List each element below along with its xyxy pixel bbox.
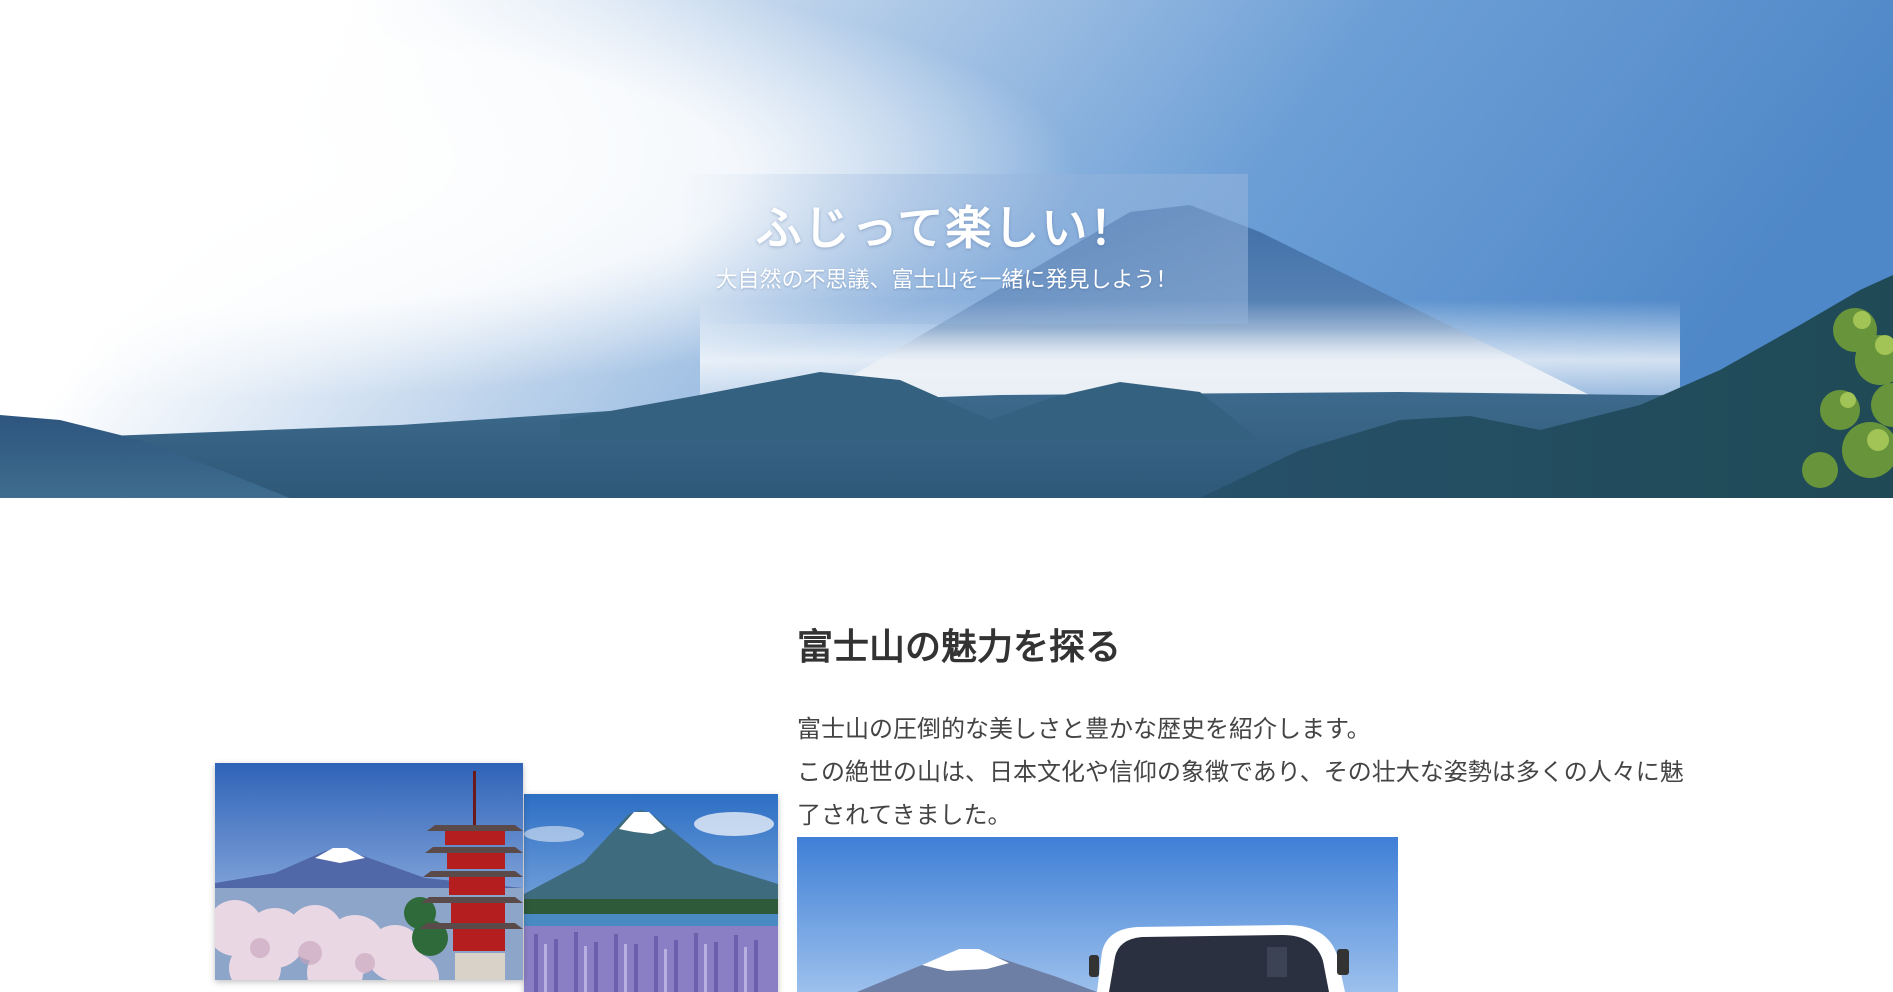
section-heading: 富士山の魅力を探る [797, 627, 1122, 668]
pagoda-cherry-blossom-photo [215, 763, 523, 980]
page: ふじって楽しい！ 大自然の不思議、富士山を一緒に発見しよう！ 富士山の魅力を探る… [0, 0, 1893, 992]
intro-line-2: この絶世の山は、日本文化や信仰の象徴であり、その壮大な姿勢は多くの人々に魅了され… [797, 758, 1684, 829]
intro-text: 富士山の圧倒的な美しさと豊かな歴史を紹介します。 この絶世の山は、日本文化や信仰… [797, 708, 1697, 837]
lavender-fuji-photo [524, 794, 778, 992]
hero-title: ふじって楽しい！ [755, 201, 1138, 255]
intro-line-1: 富士山の圧倒的な美しさと豊かな歴史を紹介します。 [797, 715, 1371, 743]
hero-subtitle: 大自然の不思議、富士山を一緒に発見しよう！ [715, 268, 1178, 293]
hero-banner: ふじって楽しい！ 大自然の不思議、富士山を一緒に発見しよう！ [0, 0, 1893, 498]
tour-bus-photo [797, 837, 1398, 992]
